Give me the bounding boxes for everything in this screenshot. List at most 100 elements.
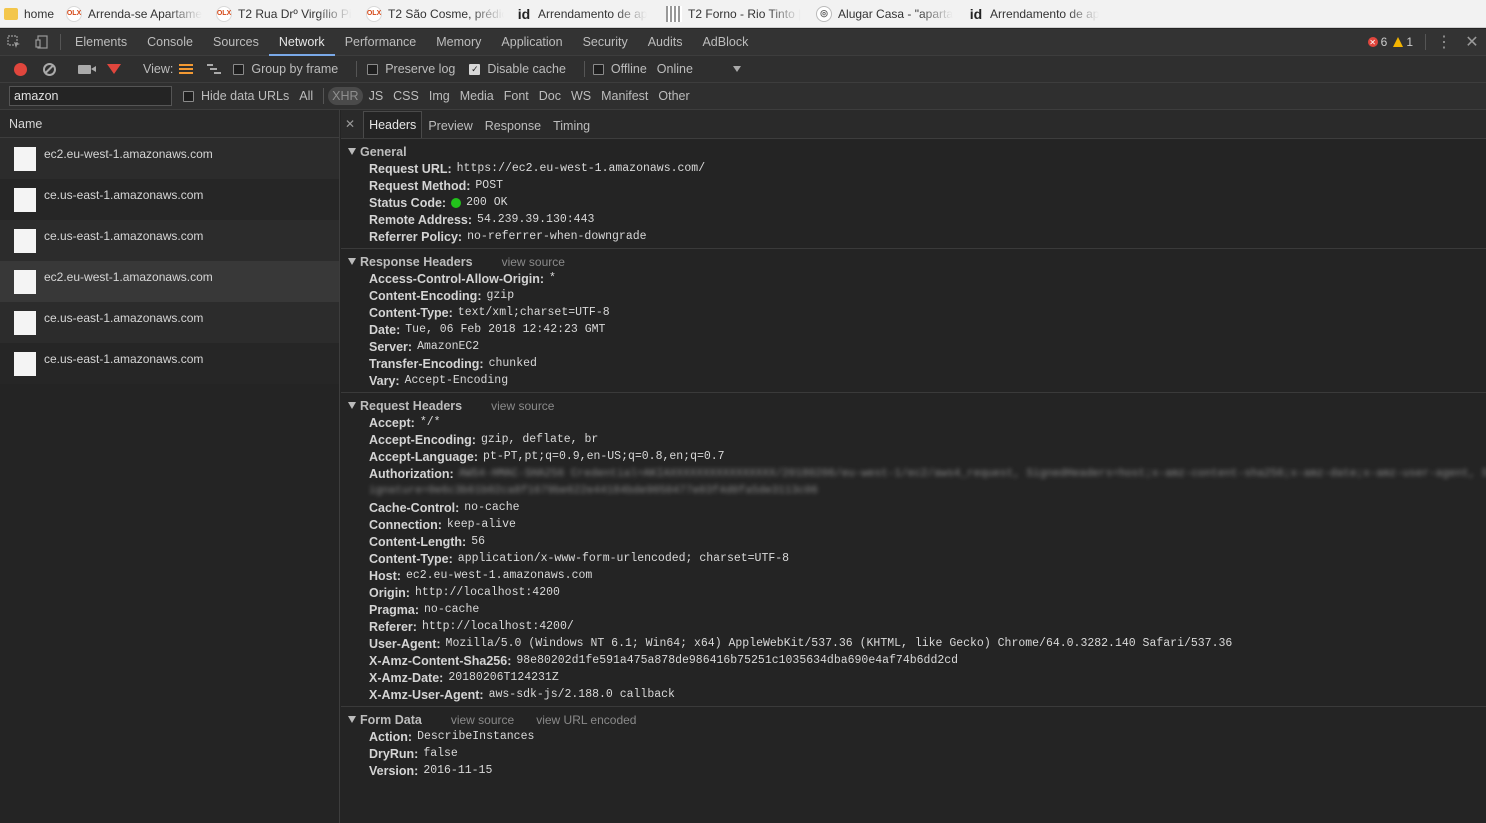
offline-checkbox[interactable]: Offline [592, 62, 647, 76]
tab-elements[interactable]: Elements [65, 29, 137, 56]
bookmark-item[interactable]: ◎ Alugar Casa - "aparta [816, 0, 956, 27]
filter-font[interactable]: Font [500, 87, 533, 105]
file-icon [14, 270, 36, 294]
request-detail-pane: ✕ Headers Preview Response Timing Genera… [341, 110, 1486, 823]
general-section: General Request URL: https://ec2.eu-west-… [341, 143, 1486, 245]
header-row: Transfer-Encoding: chunked [369, 356, 537, 371]
tab-application[interactable]: Application [491, 29, 572, 56]
tab-response[interactable]: Response [479, 112, 547, 138]
more-options-icon[interactable]: ⋮ [1430, 29, 1458, 56]
view-source-link[interactable]: view source [502, 255, 565, 269]
bookmark-item[interactable]: OLX T2 São Cosme, prédio [366, 0, 504, 27]
filter-js[interactable]: JS [365, 87, 388, 105]
tab-memory[interactable]: Memory [426, 29, 491, 56]
divider [341, 706, 1486, 707]
filter-toolbar: Hide data URLs All XHR JS CSS Img Media … [0, 83, 1486, 110]
column-header-name[interactable]: Name [0, 110, 339, 138]
device-toggle-icon[interactable] [28, 29, 56, 56]
hide-data-urls-checkbox[interactable]: Hide data URLs [183, 89, 289, 103]
filter-css[interactable]: CSS [389, 87, 423, 105]
capture-screenshots-icon[interactable] [78, 64, 96, 74]
header-row: Content-Length: 56 [369, 534, 486, 549]
response-headers-toggle[interactable]: Response Headers view source [348, 253, 1486, 270]
clear-icon[interactable] [43, 62, 56, 76]
bookmark-home[interactable]: home [4, 0, 54, 27]
request-row-selected[interactable]: ec2.eu-west-1.amazonaws.com [0, 261, 339, 302]
view-source-link[interactable]: view source [491, 399, 554, 413]
disable-cache-checkbox[interactable]: ✓ Disable cache [469, 62, 566, 76]
header-row: Accept-Language: pt-PT,pt;q=0.9,en-US;q=0… [369, 449, 725, 464]
header-row: Content-Type: text/xml;charset=UTF-8 [369, 305, 610, 320]
triangle-down-icon [348, 148, 356, 155]
inspect-element-icon[interactable] [0, 29, 28, 56]
filter-doc[interactable]: Doc [535, 87, 565, 105]
error-warning-counter[interactable]: ✕ 6 1 [1367, 35, 1413, 49]
tab-audits[interactable]: Audits [638, 29, 693, 56]
filter-all[interactable]: All [295, 87, 317, 105]
checkbox[interactable] [592, 63, 604, 75]
filter-other[interactable]: Other [654, 87, 693, 105]
bookmark-item[interactable]: OLX Arrenda-se Apartame [66, 0, 204, 27]
olx-icon: OLX [66, 5, 83, 22]
request-row[interactable]: ce.us-east-1.amazonaws.com [0, 302, 339, 343]
form-row: Action: DescribeInstances [369, 729, 535, 744]
devtools-tabbar: Elements Console Sources Network Perform… [0, 29, 1486, 56]
bookmark-item[interactable]: OLX T2 Rua Drº Virgílio Pi [216, 0, 354, 27]
close-detail-icon[interactable]: ✕ [345, 117, 355, 131]
throttling-select[interactable]: Online [657, 62, 741, 76]
tab-security[interactable]: Security [573, 29, 638, 56]
filter-icon[interactable] [107, 64, 121, 74]
filter-ws[interactable]: WS [567, 87, 595, 105]
overview-icon[interactable] [207, 64, 222, 74]
preserve-log-checkbox[interactable]: Preserve log [367, 62, 455, 76]
request-row[interactable]: ce.us-east-1.amazonaws.com [0, 220, 339, 261]
tab-performance[interactable]: Performance [335, 29, 427, 56]
view-url-encoded-link[interactable]: view URL encoded [536, 713, 636, 727]
file-icon [14, 229, 36, 253]
close-devtools-icon[interactable]: ✕ [1458, 29, 1486, 56]
bookmark-item[interactable]: T2 Forno - Rio Tinto | [666, 0, 804, 27]
large-rows-icon[interactable] [179, 64, 194, 74]
filter-input[interactable] [9, 86, 172, 106]
header-row: Access-Control-Allow-Origin: * [369, 271, 556, 286]
view-source-link[interactable]: view source [451, 713, 514, 727]
folder-icon [4, 7, 18, 20]
header-row: X-Amz-Content-Sha256: 98e80202d1fe591a475… [369, 653, 959, 668]
tab-sources[interactable]: Sources [203, 29, 269, 56]
stripe-icon [666, 5, 683, 22]
tab-preview[interactable]: Preview [422, 112, 478, 138]
authorization-header: Authorization: AWS4-HMAC-SHA256 Credenti… [348, 465, 1486, 499]
bookmark-item[interactable]: id Arrendamento de ap [516, 0, 654, 27]
filter-media[interactable]: Media [456, 87, 498, 105]
header-row: Cache-Control: no-cache [369, 500, 520, 515]
request-row[interactable]: ec2.eu-west-1.amazonaws.com [0, 138, 339, 179]
tab-network[interactable]: Network [268, 29, 335, 56]
filter-manifest[interactable]: Manifest [597, 87, 652, 105]
request-row[interactable]: ce.us-east-1.amazonaws.com [0, 343, 339, 384]
group-by-frame-checkbox[interactable]: Group by frame [233, 62, 338, 76]
form-row: DryRun: false [369, 746, 458, 761]
bookmark-item[interactable]: id Arrendamento de ap [968, 0, 1108, 27]
request-row[interactable]: ce.us-east-1.amazonaws.com [0, 179, 339, 220]
filter-xhr[interactable]: XHR [328, 87, 363, 105]
form-data-toggle[interactable]: Form Data view source view URL encoded [348, 711, 1486, 728]
redacted-value: AWS4-HMAC-SHA256 Credential=AKIAXXXXXXXX… [458, 467, 1486, 480]
header-row: Request URL: https://ec2.eu-west-1.amazon… [369, 161, 706, 176]
id-icon: id [517, 5, 531, 22]
record-icon[interactable] [14, 62, 27, 76]
triangle-down-icon [348, 402, 356, 409]
header-row: Request Method: POST [369, 178, 503, 193]
checkbox-checked[interactable]: ✓ [469, 63, 481, 75]
filter-img[interactable]: Img [425, 87, 454, 105]
checkbox[interactable] [183, 90, 194, 102]
checkbox[interactable] [233, 63, 245, 75]
general-section-toggle[interactable]: General [348, 143, 1486, 160]
tab-adblock[interactable]: AdBlock [692, 29, 758, 56]
header-row: Origin: http://localhost:4200 [369, 585, 560, 600]
tab-timing[interactable]: Timing [547, 112, 596, 138]
checkbox[interactable] [367, 63, 379, 75]
request-headers-toggle[interactable]: Request Headers view source [348, 397, 1486, 414]
tab-headers[interactable]: Headers [363, 111, 423, 138]
tab-console[interactable]: Console [137, 29, 203, 56]
redacted-value: ignature=0e6c3b61b02ca8f1679be622e44184b… [369, 484, 818, 497]
